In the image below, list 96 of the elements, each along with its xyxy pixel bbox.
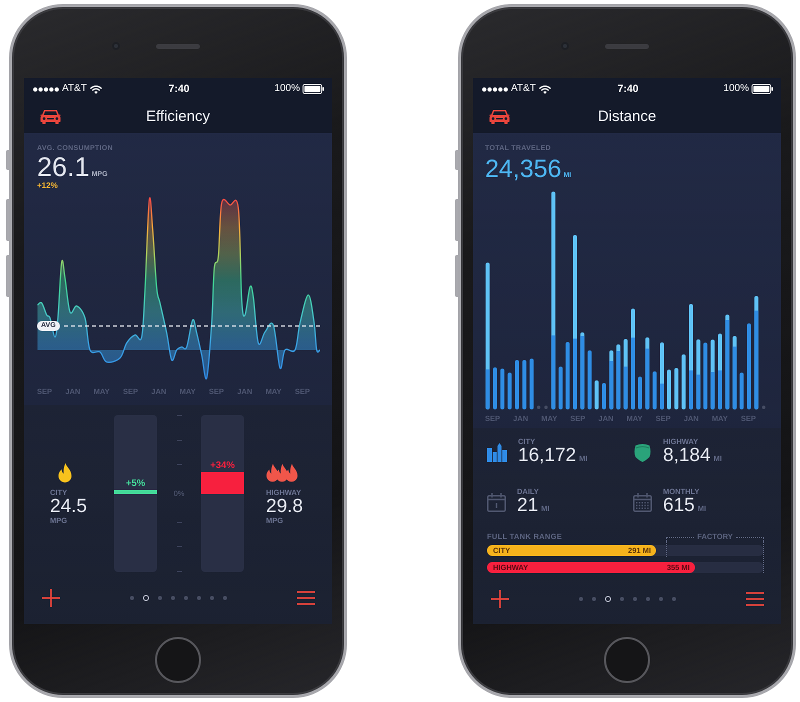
page-dot[interactable] (592, 596, 596, 602)
add-icon[interactable] (491, 590, 509, 608)
car-icon[interactable] (40, 109, 61, 124)
distance-bar (660, 342, 664, 410)
distance-bar (652, 371, 657, 410)
stat-value: 16,172 (518, 446, 576, 466)
page-dot[interactable] (196, 596, 202, 600)
speaker-grille (156, 44, 200, 49)
side-button[interactable] (6, 255, 9, 297)
scale-tick (176, 570, 182, 572)
side-button[interactable] (455, 255, 458, 297)
page-dot[interactable] (142, 594, 150, 602)
page-dot[interactable] (130, 596, 134, 600)
distance-bar (667, 370, 671, 410)
distance-bar (515, 360, 519, 410)
buildings-icon (487, 442, 507, 462)
side-button[interactable] (455, 199, 458, 241)
flames-icon (266, 462, 298, 482)
shield-icon (633, 442, 652, 462)
battery-icon (751, 84, 774, 94)
change-percent: +34% (209, 460, 236, 471)
distance-bar (508, 372, 512, 410)
distance-bar (616, 344, 620, 410)
distance-bar (609, 350, 614, 410)
dot-icon (544, 406, 548, 409)
dot-icon (537, 406, 540, 409)
distance-bar (682, 354, 686, 410)
screen-title: Efficiency (146, 108, 210, 126)
dot-icon (762, 406, 766, 409)
clock-time: 7:40 (617, 83, 638, 95)
distance-bar (740, 372, 744, 410)
distance-bar (500, 368, 504, 410)
change-percent: +5% (124, 478, 146, 489)
battery-percent: 100% (274, 83, 300, 95)
distance-bar (638, 376, 642, 410)
distance-bar (530, 358, 534, 410)
page-dot[interactable] (578, 596, 584, 602)
distance-bar (566, 342, 570, 410)
distance-bar (710, 340, 715, 410)
battery-percent: 100% (723, 83, 749, 95)
distance-bar (558, 366, 563, 410)
distance-bar (602, 383, 606, 410)
wifi-icon (90, 84, 102, 94)
scale-tick (176, 546, 182, 548)
stat-value: 615 (663, 496, 695, 516)
page-dot[interactable] (620, 596, 624, 602)
flame-icon (57, 462, 73, 482)
carrier-name: AT&T (511, 83, 536, 95)
calendar-icon (487, 492, 506, 512)
car-icon[interactable] (489, 109, 510, 124)
page-dot[interactable] (210, 596, 214, 600)
calendar-grid-icon (633, 492, 652, 512)
page-dot[interactable] (658, 596, 664, 602)
side-button[interactable] (455, 150, 458, 170)
signal-icon (33, 86, 59, 92)
page-dot[interactable] (604, 596, 612, 602)
distance-bar (696, 339, 700, 410)
distance-bar (703, 342, 708, 410)
distance-bar (674, 368, 678, 410)
menu-icon[interactable] (297, 591, 315, 605)
stat-value: 8,184 (663, 446, 711, 466)
change-percent: +12% (37, 181, 58, 191)
page-dot[interactable] (646, 596, 650, 602)
carrier-name: AT&T (62, 83, 87, 95)
scale-tick (176, 464, 182, 466)
wifi-icon (538, 84, 551, 94)
distance-bar (522, 360, 526, 410)
summary-value: 24,356 (485, 157, 562, 182)
side-button[interactable] (6, 150, 9, 170)
page-dot[interactable] (632, 596, 638, 602)
distance-bar (493, 367, 497, 410)
signal-icon (482, 86, 508, 92)
scale-tick (176, 415, 182, 416)
scale-tick (176, 522, 182, 523)
distance-bar (588, 350, 592, 410)
scale-tick (176, 440, 182, 441)
stat-value: 29.8 (266, 496, 303, 516)
battery-icon (302, 84, 325, 94)
home-button[interactable] (155, 637, 201, 683)
page-dot[interactable] (170, 596, 176, 600)
page-dot[interactable] (222, 596, 228, 600)
home-button[interactable] (604, 637, 650, 683)
distance-bar (594, 380, 599, 410)
summary-value: 26.1 (37, 154, 90, 181)
page-dot[interactable] (158, 596, 162, 600)
screen-title: Distance (598, 108, 656, 126)
page-dot[interactable] (184, 596, 188, 600)
side-button[interactable] (6, 199, 9, 241)
clock-time: 7:40 (168, 83, 190, 95)
add-icon[interactable] (42, 589, 60, 607)
stat-value: 21 (517, 496, 538, 516)
page-dot[interactable] (672, 596, 676, 602)
stat-value: 24.5 (50, 496, 87, 516)
distance-bar (624, 339, 628, 410)
menu-icon[interactable] (746, 592, 764, 606)
speaker-grille (605, 44, 649, 49)
